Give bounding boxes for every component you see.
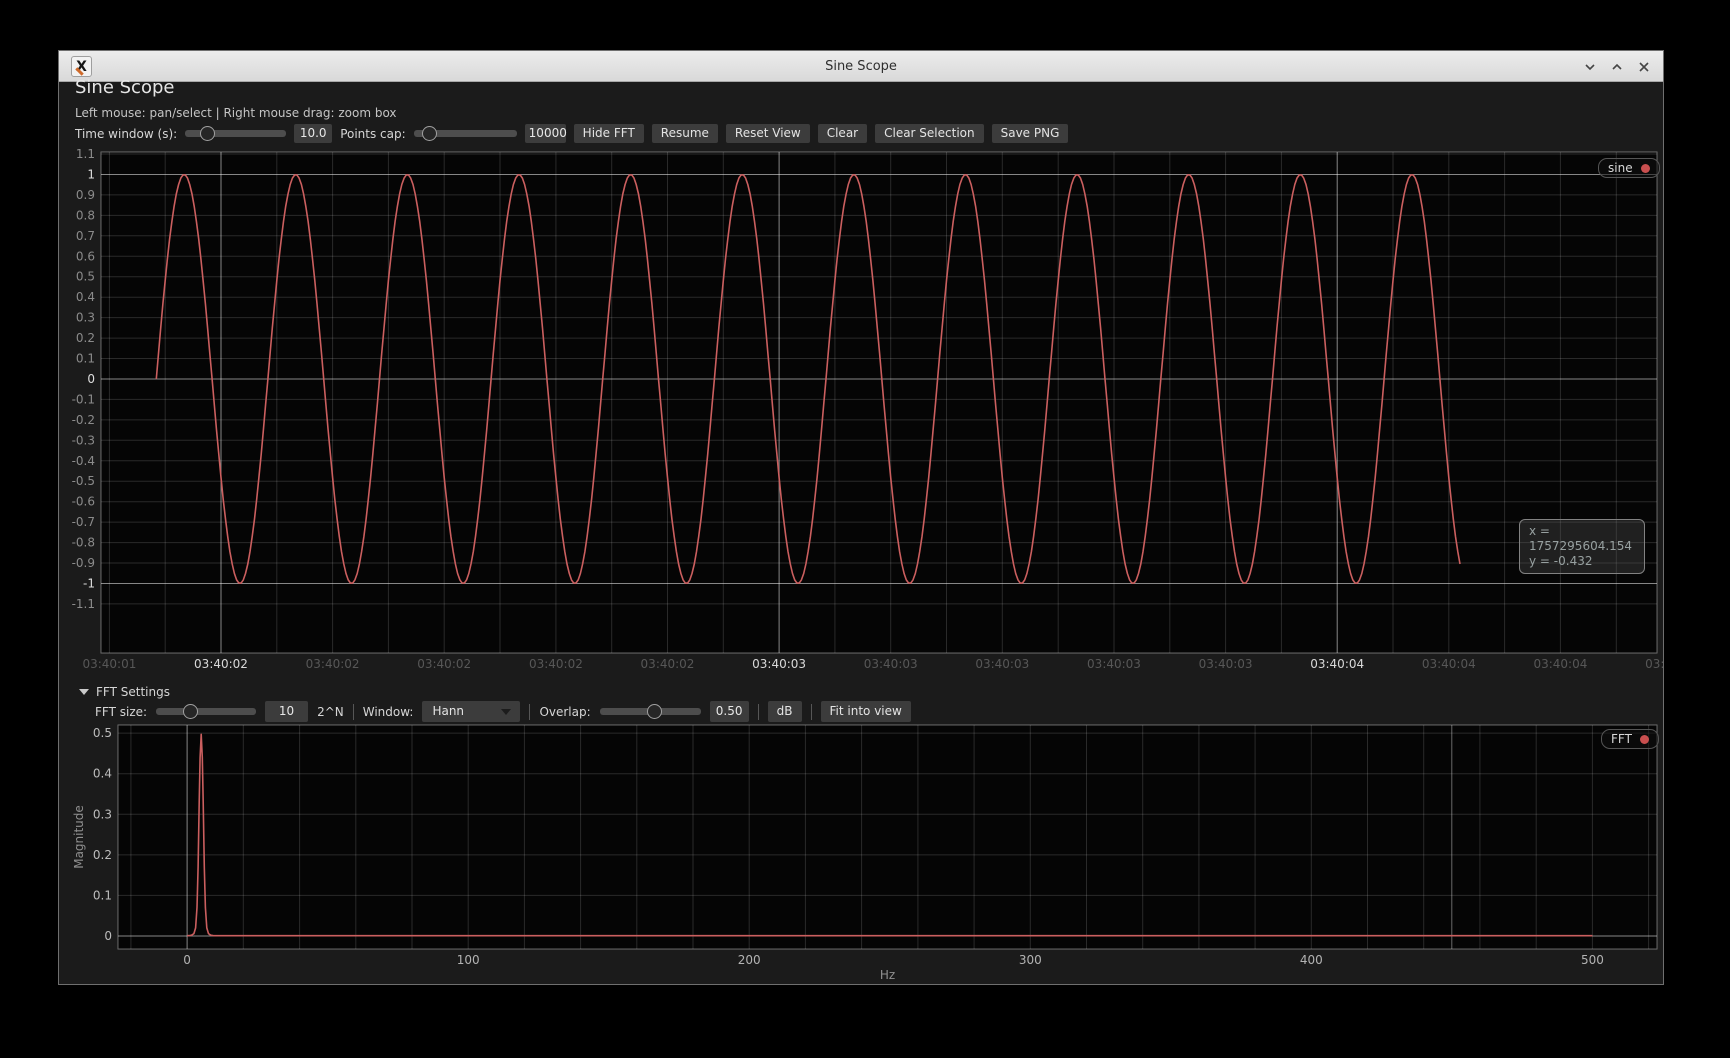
svg-text:0.4: 0.4 <box>93 767 112 781</box>
svg-text:0.1: 0.1 <box>93 888 112 902</box>
time-window-slider[interactable] <box>185 126 286 141</box>
svg-text:03:40:03: 03:40:03 <box>1199 657 1253 671</box>
svg-text:300: 300 <box>1019 953 1042 967</box>
maximize-icon[interactable] <box>1610 60 1624 74</box>
svg-text:0.4: 0.4 <box>76 290 95 304</box>
points-cap-label: Points cap: <box>340 127 405 141</box>
svg-text:0.2: 0.2 <box>93 848 112 862</box>
svg-text:0.2: 0.2 <box>76 331 95 345</box>
svg-text:100: 100 <box>457 953 480 967</box>
svg-text:200: 200 <box>738 953 761 967</box>
legend-label: FFT <box>1611 732 1632 746</box>
svg-text:-1: -1 <box>83 577 95 591</box>
svg-text:03:40:02: 03:40:02 <box>194 657 248 671</box>
tooltip-y: y = -0.432 <box>1529 554 1635 569</box>
svg-text:0: 0 <box>183 953 191 967</box>
svg-text:03:40:03: 03:40:03 <box>1087 657 1141 671</box>
svg-text:1: 1 <box>87 168 95 182</box>
svg-text:-0.9: -0.9 <box>72 556 95 570</box>
fft-plot[interactable]: 0 0.1 0.2 0.3 0.4 0.5 0 100 200 300 400 500 Hz Magnit… <box>69 711 1665 986</box>
svg-text:Magnitude: Magnitude <box>72 805 86 869</box>
cursor-tooltip: x = 1757295604.154 y = -0.432 <box>1519 519 1645 574</box>
svg-text:-0.6: -0.6 <box>72 495 95 509</box>
svg-text:0.5: 0.5 <box>93 726 112 740</box>
window-title: Sine Scope <box>59 59 1663 74</box>
svg-text:0.3: 0.3 <box>76 311 95 325</box>
svg-text:0: 0 <box>87 372 95 386</box>
svg-text:03:40:01: 03:40:01 <box>82 657 136 671</box>
svg-text:-0.7: -0.7 <box>72 515 95 529</box>
svg-text:-0.2: -0.2 <box>72 413 95 427</box>
mouse-hint: Left mouse: pan/select | Right mouse dra… <box>75 106 397 120</box>
scope-plot[interactable]: -1.1 -1 -0.9 -0.8 -0.7 -0.6 -0.5 -0.4 -0.3 -0.2 -0… <box>69 141 1665 681</box>
scope-legend[interactable]: sine <box>1598 158 1660 178</box>
app-window: X Sine Scope Sine Scope Left mouse: pan/… <box>58 50 1664 985</box>
svg-text:0.8: 0.8 <box>76 208 95 222</box>
points-cap-slider[interactable] <box>414 126 517 141</box>
svg-text:03:40:02: 03:40:02 <box>417 657 471 671</box>
svg-text:03:40:04: 03:40:04 <box>1645 657 1665 671</box>
svg-text:03:40:02: 03:40:02 <box>306 657 360 671</box>
svg-text:0.3: 0.3 <box>93 807 112 821</box>
svg-text:03:40:02: 03:40:02 <box>529 657 583 671</box>
points-cap-handle[interactable] <box>422 126 437 141</box>
svg-text:-0.1: -0.1 <box>72 392 95 406</box>
svg-text:0.6: 0.6 <box>76 249 95 263</box>
fft-settings-header[interactable]: FFT Settings <box>79 685 170 699</box>
svg-text:0.1: 0.1 <box>76 352 95 366</box>
time-window-label: Time window (s): <box>75 127 177 141</box>
svg-text:400: 400 <box>1300 953 1323 967</box>
legend-marker-icon <box>1640 735 1649 744</box>
close-icon[interactable] <box>1637 60 1651 74</box>
screen: X Sine Scope Sine Scope Left mouse: pan/… <box>0 0 1730 1058</box>
tooltip-x: x = 1757295604.154 <box>1529 524 1635 554</box>
svg-text:-0.3: -0.3 <box>72 433 95 447</box>
svg-text:03:40:03: 03:40:03 <box>864 657 918 671</box>
svg-text:-0.4: -0.4 <box>72 454 95 468</box>
collapse-triangle-icon[interactable] <box>79 689 89 695</box>
svg-text:03:40:04: 03:40:04 <box>1533 657 1587 671</box>
svg-text:0.5: 0.5 <box>76 270 95 284</box>
svg-text:03:40:04: 03:40:04 <box>1422 657 1476 671</box>
minimize-icon[interactable] <box>1583 60 1597 74</box>
fft-settings-label: FFT Settings <box>96 685 170 699</box>
svg-text:-0.5: -0.5 <box>72 474 95 488</box>
svg-text:-1.1: -1.1 <box>72 597 95 611</box>
svg-text:1.1: 1.1 <box>76 147 95 161</box>
titlebar[interactable]: X Sine Scope <box>59 51 1663 82</box>
svg-text:03:40:02: 03:40:02 <box>641 657 695 671</box>
svg-text:500: 500 <box>1581 953 1604 967</box>
svg-text:0.7: 0.7 <box>76 229 95 243</box>
svg-text:03:40:04: 03:40:04 <box>1310 657 1364 671</box>
time-window-handle[interactable] <box>200 126 215 141</box>
fft-legend[interactable]: FFT <box>1601 729 1659 749</box>
page-title: Sine Scope <box>75 77 174 98</box>
svg-text:0.9: 0.9 <box>76 188 95 202</box>
svg-text:-0.8: -0.8 <box>72 536 95 550</box>
svg-text:0: 0 <box>104 929 112 943</box>
legend-label: sine <box>1608 161 1633 175</box>
legend-marker-icon <box>1641 164 1650 173</box>
svg-text:Hz: Hz <box>880 968 895 982</box>
svg-text:03:40:03: 03:40:03 <box>975 657 1029 671</box>
svg-text:03:40:03: 03:40:03 <box>752 657 806 671</box>
